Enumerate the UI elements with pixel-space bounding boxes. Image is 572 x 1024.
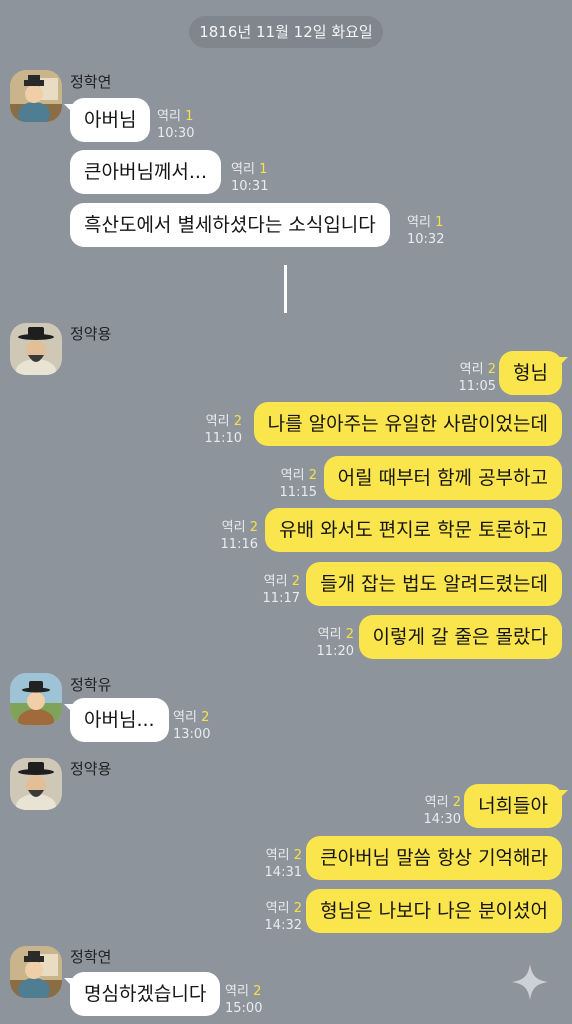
timestamp: 11:05 [458,379,496,394]
timestamp: 15:00 [225,1001,263,1016]
sparkle-icon[interactable] [510,962,550,1002]
unread-count: 2 [233,414,242,429]
message-bubble[interactable]: 아버님... [64,698,169,742]
message-bubble[interactable]: 너희들아 [464,784,568,828]
timestamp: 11:15 [279,485,317,500]
sender-name: 정학연 [70,73,112,91]
unread-count: 2 [487,362,496,377]
scholar-avatar-icon[interactable] [10,946,62,998]
message-bubble[interactable]: 이렇게 갈 줄은 몰랐다 [358,615,562,659]
unread-count: 2 [249,520,258,535]
message-meta: 역리 2 15:00 [225,984,263,1016]
unread-count: 2 [293,901,302,916]
sender-name: 정약용 [70,760,112,778]
message-bubble[interactable]: 형님은 나보다 나은 분이셨어 [306,889,562,933]
message-meta: 역리 2 11:05 [458,362,496,394]
timestamp: 11:17 [262,591,300,606]
timestamp: 10:32 [407,232,445,247]
message-bubble[interactable]: 명심하겠습니다 [63,972,221,1016]
message-bubble[interactable]: 들개 잡는 법도 알려드렸는데 [306,562,562,606]
message-meta: 역리 2 14:31 [264,848,302,880]
message-bubble[interactable]: 큰아버님께서... [70,150,221,194]
message-meta: 역리 1 10:32 [407,215,445,247]
sender-name: 정학유 [70,676,112,694]
message-meta: 역리 2 11:20 [316,627,354,659]
scholar-avatar-icon[interactable] [10,70,62,122]
unread-count: 2 [345,627,354,642]
unread-count: 1 [435,215,444,230]
sender-name: 정학연 [70,948,112,966]
date-divider: 1816년 11월 12일 화요일 [189,16,383,48]
message-meta: 역리 2 11:15 [279,468,317,500]
message-bubble[interactable]: 유배 와서도 편지로 학문 토론하고 [265,508,562,552]
message-bubble[interactable]: 큰아버님 말씀 항상 기억해라 [306,836,562,880]
elder-avatar-icon[interactable] [10,323,62,375]
young-scholar-avatar-icon[interactable] [10,673,62,725]
message-meta: 역리 1 10:31 [231,162,269,194]
timestamp: 14:32 [264,918,302,933]
message-bubble[interactable]: 흑산도에서 별세하셨다는 소식입니다 [70,203,390,247]
message-bubble[interactable]: 형님 [499,351,568,395]
unread-count: 2 [452,795,461,810]
message-meta: 역리 2 13:00 [173,710,211,742]
unread-count: 1 [185,109,194,124]
text-cursor [284,265,287,313]
message-meta: 역리 2 11:16 [220,520,258,552]
message-bubble[interactable]: 나를 알아주는 유일한 사람이었는데 [253,402,562,446]
message-meta: 역리 2 14:32 [264,901,302,933]
message-meta: 역리 2 11:10 [204,414,242,446]
unread-count: 2 [293,848,302,863]
message-meta: 역리 2 11:17 [262,574,300,606]
unread-count: 2 [253,984,262,999]
elder-avatar-icon[interactable] [10,758,62,810]
timestamp: 11:16 [220,537,258,552]
message-bubble[interactable]: 아버님 [63,98,151,142]
timestamp: 14:30 [423,812,461,827]
message-meta: 역리 2 14:30 [423,795,461,827]
unread-count: 2 [291,574,300,589]
unread-count: 1 [259,162,268,177]
timestamp: 14:31 [264,865,302,880]
timestamp: 10:31 [231,179,269,194]
timestamp: 10:30 [157,126,195,141]
timestamp: 13:00 [173,727,211,742]
message-bubble[interactable]: 어릴 때부터 함께 공부하고 [323,456,562,500]
timestamp: 11:20 [316,644,354,659]
message-meta: 역리 1 10:30 [157,109,195,141]
unread-count: 2 [308,468,317,483]
sender-name: 정약용 [70,325,112,343]
timestamp: 11:10 [204,431,242,446]
unread-count: 2 [201,710,210,725]
